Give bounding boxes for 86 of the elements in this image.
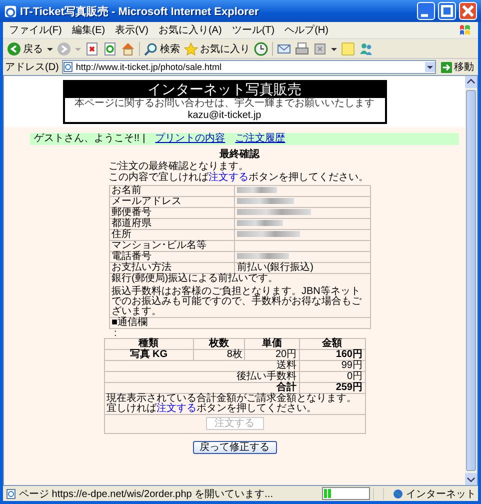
contact-email: kazu@it-ticket.jp bbox=[64, 110, 384, 122]
back-icon bbox=[7, 42, 21, 56]
field-label: 郵便番号 bbox=[110, 208, 234, 218]
menu-item[interactable]: ツール(T) bbox=[232, 23, 275, 37]
minimize-icon bbox=[421, 14, 428, 17]
browser-icon bbox=[4, 4, 17, 18]
summary-label: 送料 bbox=[104, 361, 299, 371]
menu-item[interactable]: 編集(E) bbox=[72, 23, 106, 37]
status-text: ページ https://e-dpe.net/wis/2order.php を開いています... bbox=[19, 488, 274, 500]
scroll-down-icon[interactable] bbox=[465, 473, 477, 485]
field-value: 前払い(銀行振込) bbox=[236, 262, 314, 273]
redacted-value bbox=[236, 253, 289, 260]
field-label: 電話番号 bbox=[110, 252, 234, 262]
column-header: 種類 bbox=[104, 339, 193, 349]
nav-link[interactable]: ご注文履歴 bbox=[235, 133, 286, 145]
address-label: アドレス(D) bbox=[5, 61, 59, 74]
table-cell: 20円 bbox=[245, 350, 299, 360]
redacted-value bbox=[236, 198, 294, 204]
summary-value: 259円 bbox=[300, 383, 364, 393]
marker-text: : bbox=[114, 329, 117, 338]
site-title: インターネット写真販売 bbox=[146, 82, 302, 98]
summary-label: 後払い手数料 bbox=[104, 372, 299, 382]
scroll-up-icon[interactable] bbox=[465, 76, 477, 88]
field-label: メールアドレス bbox=[110, 197, 234, 207]
refresh-icon[interactable] bbox=[103, 42, 117, 56]
arrow-icon bbox=[441, 62, 452, 72]
nav-link[interactable]: プリントの内容 bbox=[155, 133, 226, 145]
order-notice: 現在表示されている合計金額がご請求金額となります。 宜しければ注文するボタンを押してください。 bbox=[104, 394, 364, 414]
minimize-button[interactable] bbox=[417, 2, 435, 20]
people-icon[interactable] bbox=[359, 42, 373, 56]
maximize-icon bbox=[439, 3, 455, 19]
window-title: IT-Ticket写真販売 - Microsoft Internet Explorer bbox=[20, 4, 260, 18]
table-cell: 8枚 bbox=[194, 350, 244, 360]
intro-text: ご注文の最終確認となります。 bbox=[108, 161, 250, 172]
field-label: マンション･ビル名等 bbox=[110, 241, 234, 251]
close-button[interactable] bbox=[459, 2, 477, 20]
page-icon bbox=[62, 62, 73, 72]
printer-icon[interactable] bbox=[295, 42, 309, 56]
close-icon bbox=[460, 3, 476, 19]
summary-value: 0円 bbox=[300, 372, 364, 382]
menu-item[interactable]: ファイル(F) bbox=[9, 23, 62, 37]
summary-value: 99円 bbox=[300, 361, 364, 371]
redacted-value bbox=[236, 231, 300, 238]
menu-item[interactable]: 表示(V) bbox=[115, 23, 148, 37]
dropdown-arrow-icon[interactable] bbox=[47, 46, 53, 52]
address-field[interactable]: http://www.it-ticket.jp/photo/sale.html bbox=[62, 60, 436, 74]
search-button[interactable]: 検索 bbox=[144, 42, 180, 56]
summary-label: 合計 bbox=[104, 383, 299, 393]
column-header: 枚数 bbox=[194, 339, 244, 349]
payment-note: 銀行(郵便局)振込による前払いです。 振込手数料はお客様のご負担となります。JBN等ネットでのお振込みも可能ですので、手数料がお得な場合もございます。 bbox=[110, 274, 370, 317]
field-label: 都道府県 bbox=[110, 219, 234, 229]
column-header: 金額 bbox=[300, 339, 364, 349]
page-icon bbox=[6, 488, 16, 498]
favorites-button[interactable]: お気に入り bbox=[184, 42, 250, 56]
separator-text: | bbox=[142, 133, 146, 145]
instruction-text: この内容で宜しければ注文するボタンを押してください。 bbox=[108, 172, 370, 183]
table-cell: 160円 bbox=[300, 350, 364, 360]
field-label: 住所 bbox=[110, 230, 234, 240]
star-icon bbox=[184, 42, 198, 56]
message-label: ■通信欄 bbox=[110, 318, 370, 328]
table-cell: 写真 KG bbox=[104, 350, 193, 360]
back-button[interactable]: 戻る bbox=[7, 42, 43, 56]
maximize-button[interactable] bbox=[438, 2, 456, 20]
section-title: 最終確認 bbox=[218, 149, 261, 161]
history-icon[interactable] bbox=[254, 42, 268, 56]
back-button[interactable]: 戻って修正する bbox=[192, 441, 276, 454]
redacted-value bbox=[236, 187, 277, 194]
stop-icon[interactable] bbox=[85, 42, 99, 56]
zone-text: インターネット bbox=[406, 488, 477, 500]
dropdown-arrow-icon[interactable] bbox=[331, 46, 337, 52]
field-label: お支払い方法 bbox=[110, 263, 234, 273]
globe-icon bbox=[393, 488, 403, 498]
greeting-text: ゲストさん、ようこそ!! bbox=[34, 133, 140, 145]
field-label: お名前 bbox=[110, 186, 234, 196]
flag-icon bbox=[458, 23, 472, 37]
search-icon bbox=[144, 42, 158, 56]
scroll-thumb[interactable] bbox=[466, 90, 476, 471]
column-header: 単価 bbox=[245, 339, 299, 349]
home-icon[interactable] bbox=[121, 42, 135, 56]
go-button[interactable]: 移動 bbox=[439, 60, 476, 74]
menu-item[interactable]: お気に入り(A) bbox=[158, 23, 222, 37]
mail-icon[interactable] bbox=[277, 42, 291, 56]
contact-notice: 本ページに関するお問い合わせは、宇久一輝までお願いいたします bbox=[64, 98, 384, 110]
menu-item[interactable]: ヘルプ(H) bbox=[284, 23, 328, 37]
scrollbar[interactable] bbox=[465, 76, 477, 485]
redacted-value bbox=[236, 220, 283, 226]
